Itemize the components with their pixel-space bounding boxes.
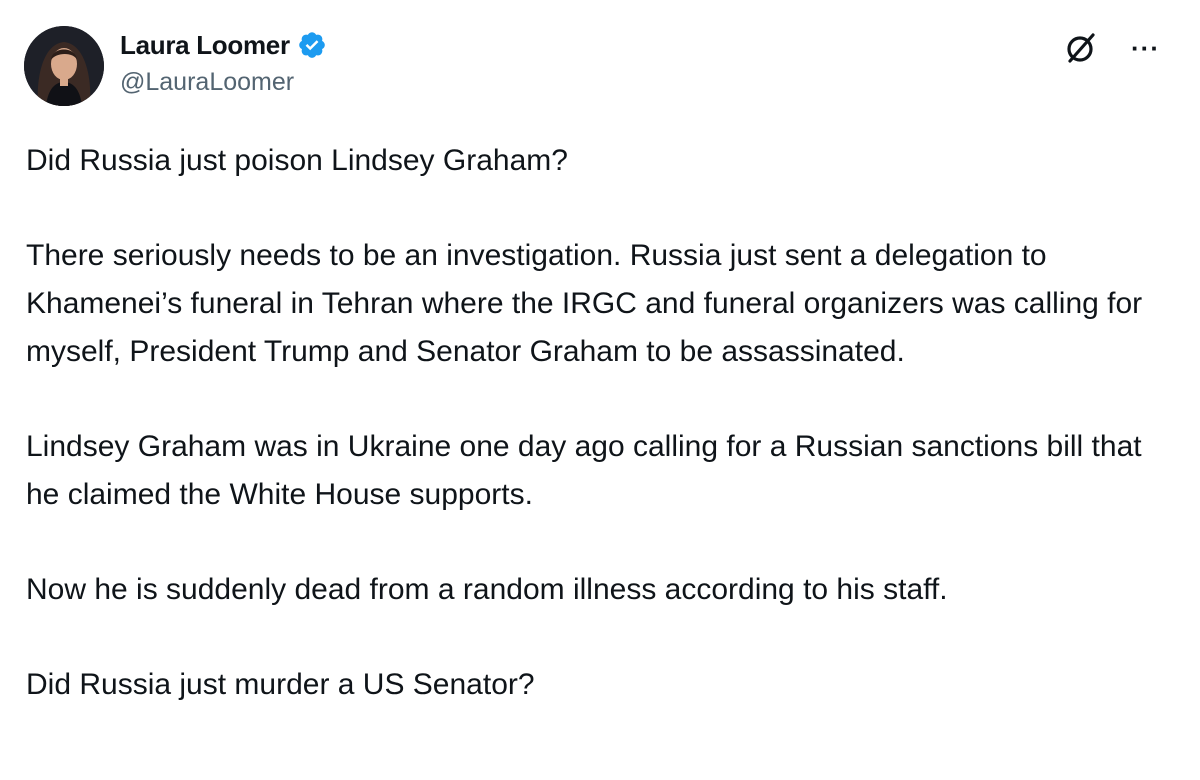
tweet-paragraph: Now he is suddenly dead from a random il… [26, 573, 948, 606]
post-actions: ··· [1061, 28, 1160, 68]
post-card: Laura Loomer @LauraLoomer ··· Did Russia… [0, 0, 1200, 780]
verified-badge-icon [298, 32, 325, 58]
author-info: Laura Loomer @LauraLoomer [120, 28, 327, 97]
user-handle[interactable]: @LauraLoomer [120, 68, 327, 97]
tweet-text: Did Russia just poison Lindsey Graham? T… [26, 137, 1176, 709]
tweet-paragraph: Lindsey Graham was in Ukraine one day ag… [26, 430, 1142, 511]
grok-icon[interactable] [1061, 28, 1101, 68]
more-options-icon[interactable]: ··· [1131, 28, 1160, 68]
avatar-image [24, 26, 104, 106]
tweet-paragraph: Did Russia just murder a US Senator? [26, 668, 535, 701]
name-row: Laura Loomer [120, 28, 327, 62]
display-name[interactable]: Laura Loomer [120, 30, 290, 61]
tweet-paragraph: Did Russia just poison Lindsey Graham? [26, 144, 568, 177]
tweet-paragraph: There seriously needs to be an investiga… [26, 239, 1143, 368]
avatar[interactable] [24, 26, 104, 106]
